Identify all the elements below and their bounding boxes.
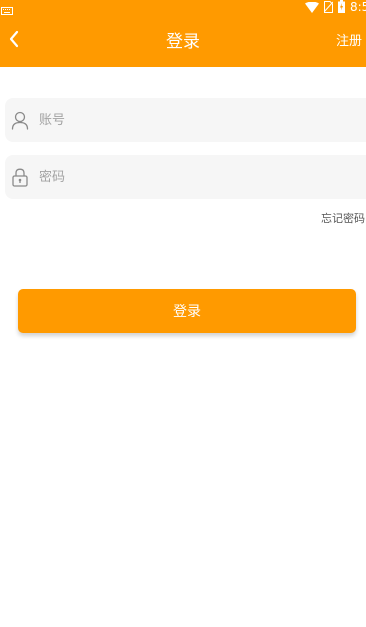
wifi-icon [305,0,319,17]
status-time: 8:5 [350,0,366,14]
login-screen: 8:5 登录 注册 账号 忘记密码 登录 [0,0,366,627]
login-button[interactable]: 登录 [18,289,356,333]
register-button[interactable]: 注册 [336,33,366,51]
account-field[interactable] [5,98,366,142]
status-bar: 8:5 [0,0,366,15]
battery-icon [338,0,345,17]
keyboard-icon [1,0,13,15]
forgot-password-link[interactable]: 忘记密码 [321,212,366,226]
page-title: 登录 [166,32,200,52]
status-icons: 8:5 [305,0,366,14]
password-input[interactable] [39,162,339,192]
password-field[interactable] [5,155,366,199]
nav-bar: 登录 注册 [0,20,366,67]
app-header: 8:5 登录 注册 [0,0,366,67]
user-icon [10,110,30,130]
lock-icon [10,167,30,187]
account-input[interactable] [39,105,339,135]
no-sim-icon [323,0,334,17]
